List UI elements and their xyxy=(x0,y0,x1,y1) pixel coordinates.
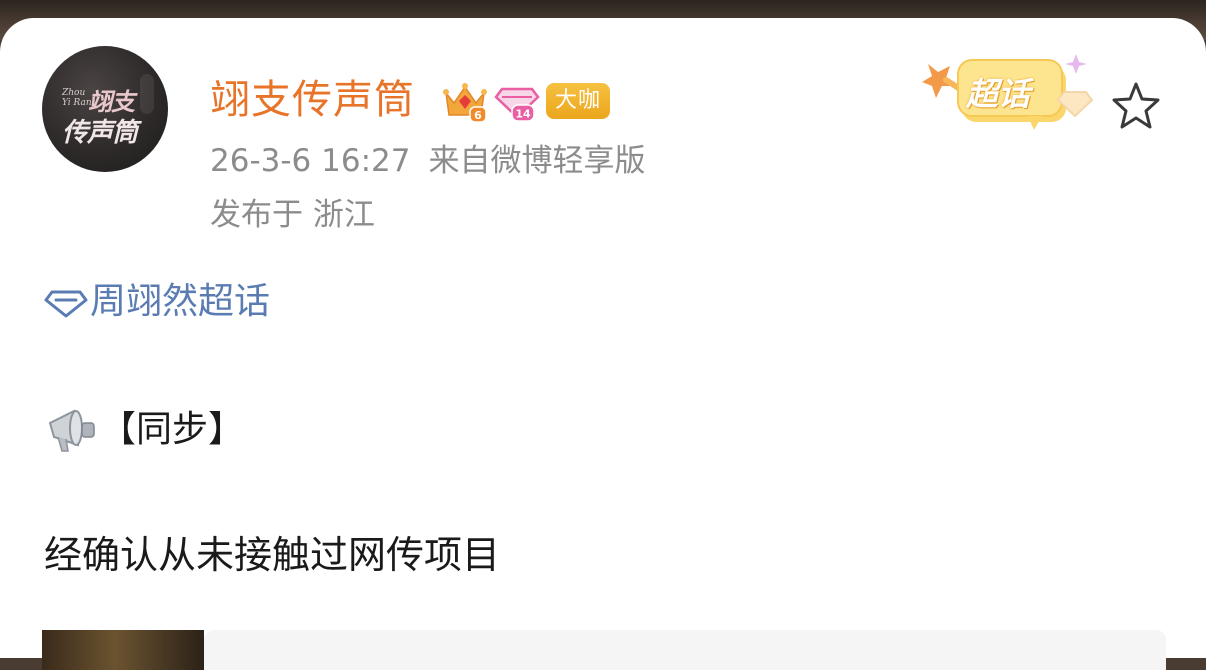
sync-label: 【同步】 xyxy=(100,409,245,450)
sync-line: 【同步】 xyxy=(44,402,244,458)
supertopic-sticker-label: 超话 xyxy=(966,75,1031,113)
post-meta: 26-3-6 16:27 来自微博轻享版 xyxy=(210,140,645,182)
star-outline-icon[interactable] xyxy=(1110,80,1162,132)
post-body-text: 经确认从未接触过网传项目 xyxy=(44,533,501,577)
vip-tag-badge[interactable]: 大咖 xyxy=(546,83,610,119)
avatar-microphone-shape xyxy=(140,74,154,114)
user-avatar[interactable]: Zhou Yi Ran 翊支 传声筒 xyxy=(42,46,168,172)
megaphone-icon xyxy=(48,409,95,452)
media-thumbnail[interactable] xyxy=(42,630,204,670)
diamond-level-badge-icon[interactable]: 14 xyxy=(494,79,540,123)
username[interactable]: 翊支传声筒 xyxy=(210,74,415,126)
post-location: 发布于 浙江 xyxy=(210,197,375,233)
post-time: 26-3-6 16:27 xyxy=(210,143,411,179)
crown-level-text: 6 xyxy=(474,109,482,122)
crown-level-badge-icon[interactable]: 6 xyxy=(442,79,488,123)
supertopic-label: 周翊然超话 xyxy=(90,281,271,322)
post-source[interactable]: 来自微博轻享版 xyxy=(428,143,645,179)
supertopic-diamond-icon xyxy=(44,290,88,318)
avatar-title-line2: 传声筒 xyxy=(62,118,138,148)
diamond-level-text: 14 xyxy=(515,108,531,121)
attached-card[interactable] xyxy=(204,630,1166,670)
supertopic-link[interactable]: 周翊然超话 xyxy=(44,278,270,326)
